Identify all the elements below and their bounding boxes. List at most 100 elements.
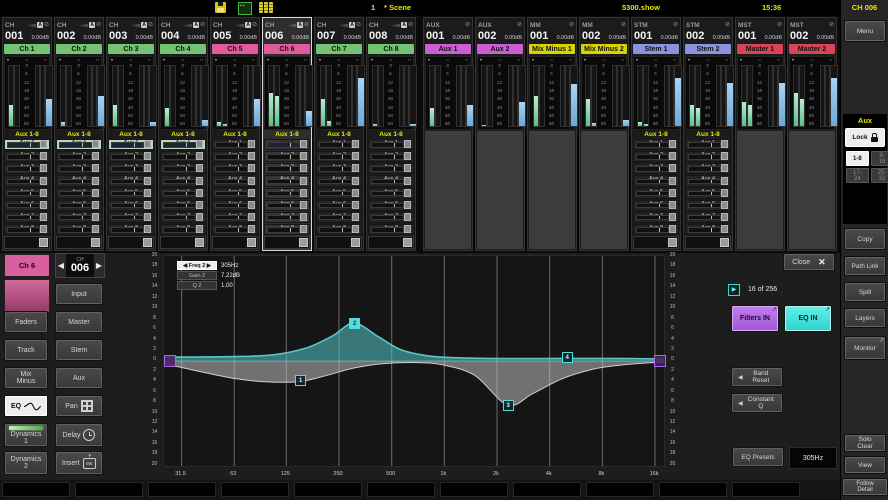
aux-send-row[interactable]: Aux 4 <box>160 175 206 186</box>
aux-send-knob[interactable] <box>352 201 359 209</box>
aux-send-knob[interactable] <box>352 189 359 197</box>
aux-send-knob[interactable] <box>196 140 203 148</box>
scene-name[interactable]: * Scene <box>384 3 411 12</box>
aux-send-slider[interactable] <box>688 166 721 172</box>
aux-send-slider[interactable] <box>688 142 721 148</box>
fader-knob[interactable] <box>351 238 360 247</box>
eq-presets-button[interactable]: EQ Presets <box>732 447 784 467</box>
aux-send-slider[interactable] <box>319 191 352 197</box>
aux-send-slider[interactable] <box>636 154 669 160</box>
follow-detail-button[interactable]: Follow Detail <box>842 478 888 496</box>
aux-send-knob[interactable] <box>669 225 676 233</box>
aux-send-knob[interactable] <box>248 225 255 233</box>
strip-name-label[interactable]: Ch 4 <box>160 44 206 54</box>
fader-knob[interactable] <box>39 238 48 247</box>
aux-send-row[interactable]: Aux 4 <box>108 175 154 186</box>
aux-send-row[interactable]: Aux 2 <box>264 151 310 162</box>
aux-send-row[interactable]: Aux 5 <box>316 188 362 199</box>
aux-send-slider[interactable] <box>371 215 404 221</box>
aux-send-row[interactable]: Aux 1 <box>4 139 50 150</box>
aux-send-slider[interactable] <box>636 191 669 197</box>
aux-send-knob[interactable] <box>144 225 151 233</box>
aux-send-slider[interactable] <box>215 203 248 209</box>
lf-filter-handle[interactable] <box>164 355 176 367</box>
aux-send-row[interactable]: Aux 5 <box>160 188 206 199</box>
fader-display-box[interactable] <box>221 482 289 497</box>
aux-send-knob[interactable] <box>300 225 307 233</box>
aux-send-row[interactable]: Aux 1 <box>160 139 206 150</box>
solo-clear-button[interactable]: Solo Clear <box>844 434 886 452</box>
aux-send-slider[interactable] <box>163 142 196 148</box>
aux-send-slider[interactable] <box>163 166 196 172</box>
aux-send-slider[interactable] <box>371 142 404 148</box>
strip-name-label[interactable]: Mix Minus 2 <box>581 44 627 54</box>
aux-send-row[interactable]: Aux 6 <box>316 200 362 211</box>
aux-send-knob[interactable] <box>669 201 676 209</box>
aux-send-row[interactable]: Aux 7 <box>368 212 414 223</box>
aux-send-knob[interactable] <box>40 189 47 197</box>
aux-send-row[interactable]: Aux 6 <box>633 200 679 211</box>
aux-send-row[interactable]: Aux 1 <box>316 139 362 150</box>
channel-strip-aux001[interactable]: AUX +48 A ⊘ 001 0.00dB Aux 1 ▾○▫▫ 361218… <box>423 17 473 251</box>
aux-send-row[interactable]: Aux 8 <box>212 224 258 235</box>
menu-button[interactable]: Menu <box>844 20 886 42</box>
aux-send-row[interactable]: Aux 3 <box>633 163 679 174</box>
aux-send-row[interactable]: Aux 7 <box>56 212 102 223</box>
aux-send-slider[interactable] <box>7 191 40 197</box>
aux-send-knob[interactable] <box>669 177 676 185</box>
aux-send-knob[interactable] <box>248 152 255 160</box>
aux-send-row[interactable]: Aux 6 <box>160 200 206 211</box>
aux-send-slider[interactable] <box>267 179 300 185</box>
aux-send-knob[interactable] <box>300 177 307 185</box>
aux-send-row[interactable]: Aux 2 <box>633 151 679 162</box>
fader-display-box[interactable] <box>732 482 800 497</box>
aux-send-slider[interactable] <box>111 191 144 197</box>
strip-name-label[interactable]: Ch 7 <box>316 44 362 54</box>
aux-send-row[interactable]: Aux 4 <box>633 175 679 186</box>
aux-send-knob[interactable] <box>40 213 47 221</box>
aux-send-knob[interactable] <box>300 201 307 209</box>
aux-send-row[interactable]: Aux 5 <box>633 188 679 199</box>
aux-send-row[interactable]: Aux 6 <box>212 200 258 211</box>
aux-send-knob[interactable] <box>721 189 728 197</box>
aux-send-row[interactable]: Aux 3 <box>316 163 362 174</box>
aux-send-row[interactable]: Aux 2 <box>160 151 206 162</box>
fader-display-box[interactable] <box>294 482 362 497</box>
aux-send-slider[interactable] <box>319 215 352 221</box>
aux-send-slider[interactable] <box>371 227 404 233</box>
aux-send-slider[interactable] <box>636 203 669 209</box>
eq-band-handle-4[interactable]: 4 <box>562 352 573 363</box>
aux-send-slider[interactable] <box>111 166 144 172</box>
aux-send-row[interactable]: Aux 3 <box>160 163 206 174</box>
previous-channel-button[interactable]: ◀ <box>56 254 66 277</box>
eq-band-handle-3[interactable]: 3 <box>503 400 514 411</box>
aux-send-knob[interactable] <box>196 189 203 197</box>
aux-send-slider[interactable] <box>215 191 248 197</box>
aux-send-row[interactable]: Aux 7 <box>316 212 362 223</box>
aux-send-slider[interactable] <box>59 227 92 233</box>
aux-send-knob[interactable] <box>721 225 728 233</box>
fader-knob[interactable] <box>720 238 729 247</box>
aux-send-slider[interactable] <box>59 166 92 172</box>
aux-send-knob[interactable] <box>40 164 47 172</box>
aux-send-slider[interactable] <box>111 142 144 148</box>
layer-button-25-32[interactable]: 25-32 <box>871 168 888 183</box>
channel-strip-ch004[interactable]: CH +48 A ⊘ 004 0.00dB Ch 4 ▾○▫▫ 36121830… <box>158 17 208 251</box>
aux-send-slider[interactable] <box>59 191 92 197</box>
channel-strip-ch008[interactable]: CH +48 A ⊘ 008 0.00dB Ch 8 ▾○▫▫ 36121830… <box>366 17 416 251</box>
aux-send-slider[interactable] <box>163 215 196 221</box>
aux-send-row[interactable]: Aux 3 <box>368 163 414 174</box>
aux-send-knob[interactable] <box>669 164 676 172</box>
aux-send-row[interactable]: Aux 1 <box>633 139 679 150</box>
aux-send-slider[interactable] <box>59 215 92 221</box>
strip-name-label[interactable]: Aux 1 <box>425 44 471 54</box>
aux-send-row[interactable]: Aux 2 <box>316 151 362 162</box>
aux-send-knob[interactable] <box>352 152 359 160</box>
fader-display-box[interactable] <box>440 482 508 497</box>
strip-fader[interactable] <box>4 236 50 249</box>
layer-button-17-24[interactable]: 17-24 <box>846 168 869 183</box>
fader-knob[interactable] <box>91 238 100 247</box>
strip-name-label[interactable]: Stem 1 <box>633 44 679 54</box>
aux-send-knob[interactable] <box>248 189 255 197</box>
aux-send-row[interactable]: Aux 8 <box>633 224 679 235</box>
